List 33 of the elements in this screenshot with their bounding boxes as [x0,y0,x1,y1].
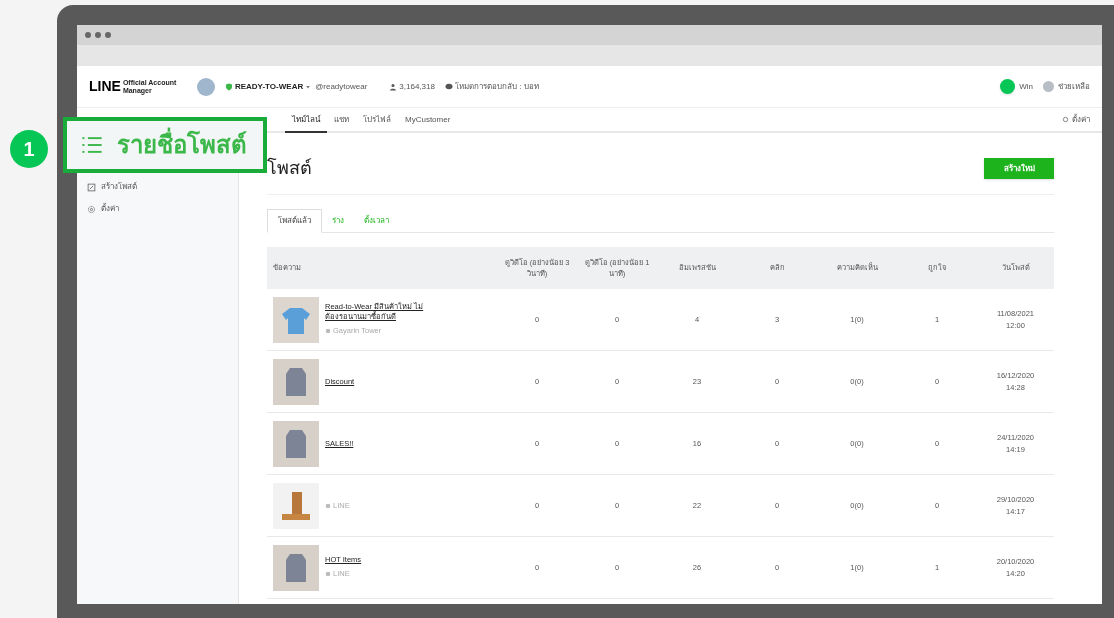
person-icon [389,82,398,91]
nav-tab[interactable]: โปรไฟล์ [356,108,398,133]
avatar [196,77,215,96]
list-icon [81,134,103,156]
caret-icon [305,83,312,90]
account-id: @readytowear [315,80,368,93]
page-title: โพสต์ [267,156,312,180]
step-number-badge: 1 [10,130,48,168]
help-icon [1043,81,1054,92]
chat-bubble-icon [444,82,453,91]
sidebar-item[interactable]: สร้างโพสต์ [87,181,228,193]
nav-tab[interactable]: ไทม์ไลน์ [285,108,327,133]
author-icon [325,571,331,577]
shelf-drawing [280,489,312,522]
sidebar-item[interactable]: ตั้งค่า [87,203,228,215]
author-icon [325,328,331,334]
nav-tab[interactable]: MyCustomer [398,108,458,133]
logo: LINE [89,77,121,96]
account-name[interactable]: READY-TO-WEAR [234,80,304,93]
user-name[interactable]: Win [1019,80,1033,93]
help-link[interactable]: ช่วยเหลือ [1058,80,1090,93]
settings-button[interactable]: ตั้งค่า [1062,108,1102,131]
follower-count: 3,164,318 [399,80,435,93]
pencil-square-icon [87,182,96,192]
shield-icon [224,82,233,91]
post-tab[interactable]: โพสต์แล้ว [267,209,322,233]
nav-tab[interactable]: แชท [327,108,356,133]
callout-label: รายชื่อโพสต์ [117,127,247,163]
avatar [1000,79,1016,94]
gear-icon [87,204,96,214]
response-mode[interactable]: โหมดการตอบกลับ : บอท [454,80,539,93]
gear-icon [1062,116,1069,123]
author-icon [325,502,331,509]
